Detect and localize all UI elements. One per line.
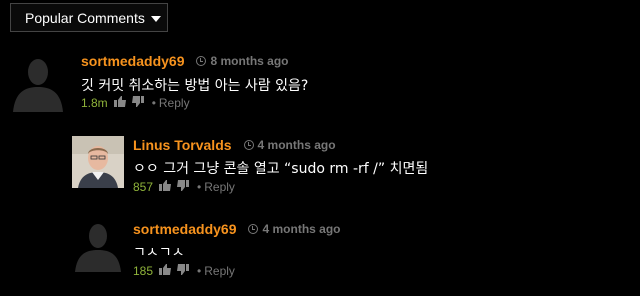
- comment-actions: 1.8m • Reply: [81, 96, 190, 110]
- comment-text: ㅇㅇ 그거 그냥 콘솔 열고 “sudo rm -rf /” 치면됨: [133, 161, 429, 177]
- comment-timestamp: 4 months ago: [262, 222, 341, 236]
- thumbs-up-icon[interactable]: [159, 180, 172, 194]
- default-user-icon: [13, 59, 63, 112]
- comment-actions: 857 • Reply: [133, 180, 235, 194]
- vote-count: 185: [133, 264, 154, 278]
- sort-dropdown-label: Popular Comments: [25, 9, 145, 26]
- avatar[interactable]: [72, 136, 124, 188]
- vote-count: 1.8m: [81, 96, 108, 110]
- default-user-icon: [75, 224, 121, 272]
- thumbs-up-icon[interactable]: [113, 96, 126, 110]
- thumbs-down-icon[interactable]: [131, 96, 144, 110]
- comment-author[interactable]: sortmedaddy69: [81, 53, 184, 69]
- comment-actions: 185 • Reply: [133, 264, 235, 278]
- comment-author[interactable]: Linus Torvalds: [133, 137, 232, 153]
- comment-text: 깃 커밋 취소하는 방법 아는 사람 있음?: [81, 78, 309, 94]
- separator-dot: •: [197, 180, 202, 194]
- clock-icon: [248, 224, 259, 234]
- user-photo-icon: [72, 136, 124, 188]
- vote-count: 857: [133, 180, 154, 194]
- clock-icon: [243, 140, 254, 150]
- sort-dropdown[interactable]: Popular Comments: [10, 3, 168, 32]
- caret-down-icon: [150, 15, 161, 22]
- comment-timestamp: 8 months ago: [210, 54, 289, 68]
- comment-meta: Linus Torvalds 4 months ago: [133, 137, 336, 153]
- reply-link[interactable]: Reply: [204, 264, 235, 278]
- reply-link[interactable]: Reply: [204, 180, 235, 194]
- comment-meta: sortmedaddy69 8 months ago: [81, 53, 289, 69]
- thumbs-down-icon[interactable]: [177, 180, 190, 194]
- comment-meta: sortmedaddy69 4 months ago: [133, 221, 341, 237]
- separator-dot: •: [197, 264, 202, 278]
- comment-text: ㄱㅅㄱㅅ: [133, 245, 185, 261]
- avatar[interactable]: [72, 220, 124, 272]
- clock-icon: [196, 56, 207, 66]
- avatar[interactable]: [9, 54, 67, 112]
- thumbs-down-icon[interactable]: [177, 264, 190, 278]
- separator-dot: •: [151, 96, 156, 110]
- reply-link[interactable]: Reply: [159, 96, 190, 110]
- thumbs-up-icon[interactable]: [159, 264, 172, 278]
- comment-author[interactable]: sortmedaddy69: [133, 221, 236, 237]
- comment-timestamp: 4 months ago: [257, 138, 336, 152]
